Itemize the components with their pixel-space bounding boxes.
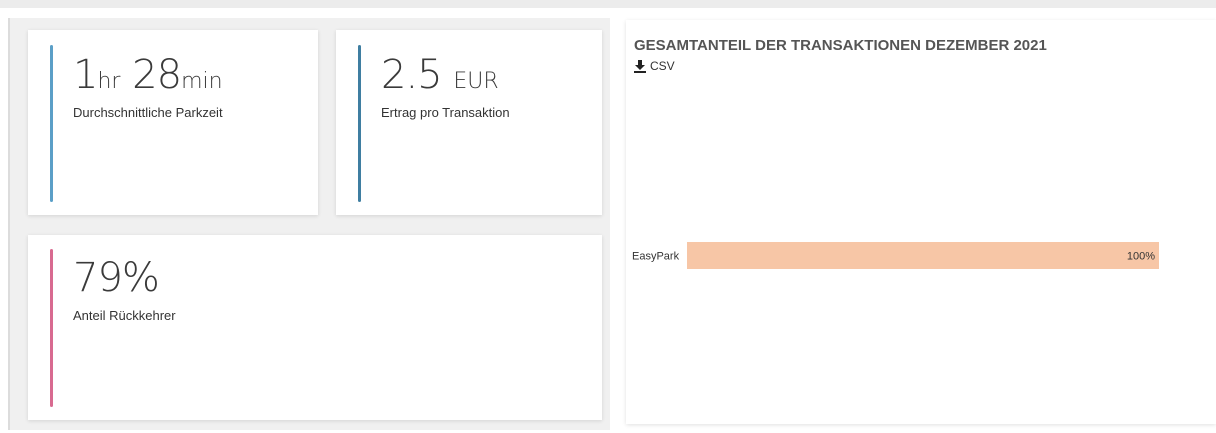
accent-bar — [358, 45, 361, 202]
kpi-label: Durchschnittliche Parkzeit — [73, 105, 223, 120]
kpi-label: Anteil Rückkehrer — [73, 308, 176, 323]
kpi-value: 79% — [73, 255, 160, 301]
kpi-card-ertrag: 2.5 EUR Ertrag pro Transaktion — [336, 30, 602, 215]
top-divider — [0, 0, 1216, 8]
kpi-card-parkzeit: 1hr 28min Durchschnittliche Parkzeit — [28, 30, 318, 215]
bar[interactable] — [687, 242, 1159, 269]
category-label: EasyPark — [632, 251, 680, 263]
kpi-card-rueckkehrer: 79% Anteil Rückkehrer — [28, 235, 602, 420]
left-divider — [8, 18, 10, 430]
bar-value-label: 100% — [1127, 251, 1155, 263]
kpi-label: Ertrag pro Transaktion — [381, 105, 510, 120]
bar-chart: EasyPark 100% — [632, 242, 1159, 269]
accent-bar — [50, 249, 53, 407]
accent-bar — [50, 45, 53, 202]
chart-panel: GESAMTANTEIL DER TRANSAKTIONEN DEZEMBER … — [626, 20, 1216, 424]
kpi-value: 1hr 28min — [73, 52, 223, 98]
kpi-value: 2.5 EUR — [381, 52, 499, 98]
